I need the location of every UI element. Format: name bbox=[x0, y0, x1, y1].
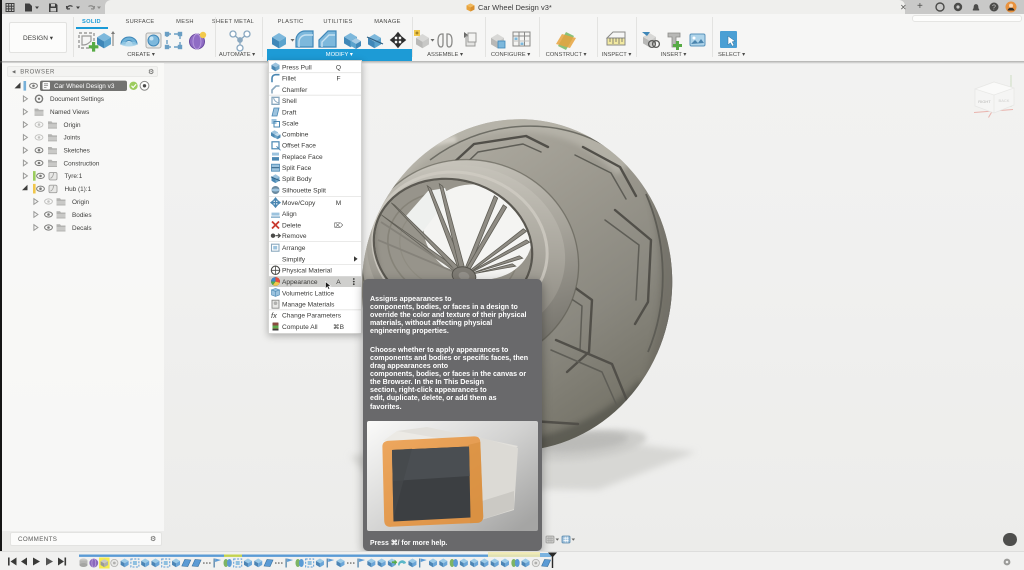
svg-text:Construction: Construction bbox=[64, 160, 100, 167]
svg-text:Arrange: Arrange bbox=[282, 245, 306, 252]
svg-text:Draft: Draft bbox=[282, 109, 296, 116]
svg-text:Joints: Joints bbox=[64, 135, 81, 142]
svg-text:Origin: Origin bbox=[64, 122, 81, 129]
svg-text:RIGHT: RIGHT bbox=[978, 99, 991, 104]
svg-text:Remove: Remove bbox=[282, 233, 307, 240]
svg-text:Fillet: Fillet bbox=[282, 76, 296, 83]
svg-text:Scale: Scale bbox=[282, 120, 299, 127]
svg-text:Hub (1):1: Hub (1):1 bbox=[65, 186, 92, 193]
svg-text:Decals: Decals bbox=[72, 225, 92, 232]
svg-text:Align: Align bbox=[282, 211, 297, 218]
svg-text:Change Parameters: Change Parameters bbox=[282, 313, 342, 320]
svg-text:Compute All: Compute All bbox=[282, 324, 318, 331]
svg-text:Press Pull: Press Pull bbox=[282, 64, 312, 71]
svg-text:Replace Face: Replace Face bbox=[282, 154, 323, 161]
svg-text:BACK: BACK bbox=[999, 98, 1010, 103]
svg-text:Named Views: Named Views bbox=[50, 109, 89, 116]
svg-text:Split Body: Split Body bbox=[282, 176, 312, 183]
svg-text:Simplify: Simplify bbox=[282, 256, 306, 263]
svg-text:Appearance: Appearance bbox=[282, 279, 318, 286]
svg-text:Manage Materials: Manage Materials bbox=[282, 302, 335, 309]
svg-text:Move/Copy: Move/Copy bbox=[282, 200, 316, 207]
svg-text:fx: fx bbox=[271, 311, 277, 320]
svg-text:Volumetric Lattice: Volumetric Lattice bbox=[282, 290, 334, 297]
svg-text:Offset Face: Offset Face bbox=[282, 143, 316, 150]
svg-text:M: M bbox=[336, 200, 342, 207]
svg-text:Origin: Origin bbox=[72, 199, 89, 206]
svg-text:F: F bbox=[336, 76, 340, 83]
svg-text:Combine: Combine bbox=[282, 132, 309, 139]
svg-text:Car Wheel Design v3: Car Wheel Design v3 bbox=[54, 83, 115, 90]
svg-text:Delete: Delete bbox=[282, 222, 301, 229]
svg-text:⌦: ⌦ bbox=[334, 221, 344, 229]
svg-text:Bodies: Bodies bbox=[72, 212, 92, 219]
svg-text:Sketches: Sketches bbox=[64, 148, 90, 155]
svg-text:Physical Material: Physical Material bbox=[282, 268, 332, 275]
svg-text:Chamfer: Chamfer bbox=[282, 87, 308, 94]
svg-text:Document Settings: Document Settings bbox=[50, 96, 104, 103]
svg-text:Shell: Shell bbox=[282, 98, 297, 105]
svg-text:Silhouette Split: Silhouette Split bbox=[282, 187, 326, 194]
svg-text:Q: Q bbox=[336, 64, 341, 71]
svg-text:Tyre:1: Tyre:1 bbox=[65, 173, 83, 180]
svg-text:⌘B: ⌘B bbox=[333, 323, 345, 331]
svg-text:Split Face: Split Face bbox=[282, 165, 312, 172]
svg-text:?: ? bbox=[992, 5, 996, 12]
svg-text:A: A bbox=[336, 279, 341, 286]
